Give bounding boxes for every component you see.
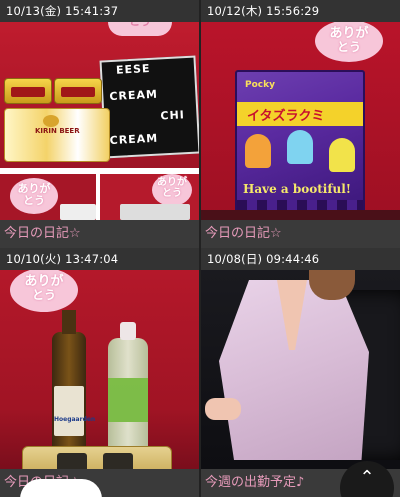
sticker-text: とう xyxy=(23,193,45,207)
diary-thumbnail[interactable]: とう EESE CREAM CHI CREAM KIRIN BEER ありが と… xyxy=(0,22,199,220)
diary-card[interactable]: 10/13(金) 15:41:37 とう EESE CREAM CHI CREA… xyxy=(0,0,199,248)
thanks-sticker: ありが とう xyxy=(152,174,192,206)
canned-food xyxy=(4,78,52,104)
box-text: CREAM xyxy=(109,87,159,104)
person-photo xyxy=(205,398,241,420)
bottle-label xyxy=(54,386,84,436)
sticker-text: ありが xyxy=(329,26,369,41)
bottle-label xyxy=(108,378,148,422)
bag-title: イタズラクミ xyxy=(247,109,325,124)
post-title[interactable]: 今日の日記☆ xyxy=(201,220,400,248)
sticker-text: ありが xyxy=(17,182,51,195)
drink-bottle xyxy=(108,322,148,460)
thanks-sticker: ありが とう xyxy=(315,22,383,62)
sub-thumbnail: ありが とう xyxy=(0,174,96,220)
post-timestamp: 10/08(日) 09:44:46 xyxy=(201,248,400,270)
thanks-sticker: ありが とう xyxy=(10,178,58,214)
chevron-up-icon: ⌃ xyxy=(359,467,375,488)
thanks-sticker: ありが とう xyxy=(10,270,78,312)
diary-thumbnail[interactable] xyxy=(201,270,400,469)
diary-card[interactable]: 10/08(日) 09:44:46 今週の出勤予定♪ xyxy=(201,248,400,497)
shelf xyxy=(120,204,190,220)
candy-bag: Pocky イタズラクミ Have a bootiful! xyxy=(235,70,365,220)
sticker-text: ありが xyxy=(157,177,187,188)
sticker-text: とう xyxy=(162,187,182,199)
ghost-icon xyxy=(287,130,313,164)
ghost-icon xyxy=(329,138,355,172)
beer-bottle xyxy=(52,310,86,460)
box-text: CHI xyxy=(160,108,186,123)
post-timestamp: 10/12(木) 15:56:29 xyxy=(201,0,400,22)
sticker-text: とう xyxy=(108,22,172,36)
box-text: CREAM xyxy=(109,131,159,148)
diary-thumbnail[interactable]: ありが とう Pocky イタズラクミ Have a bootiful! xyxy=(201,22,400,220)
box-text: EESE xyxy=(115,61,151,77)
ghost-icon xyxy=(245,134,271,168)
shelf xyxy=(60,204,96,220)
diary-card[interactable]: 10/12(木) 15:56:29 ありが とう Pocky イタズラクミ Ha… xyxy=(201,0,400,248)
floating-badge[interactable] xyxy=(20,479,102,497)
table-surface xyxy=(201,210,400,220)
post-timestamp: 10/10(火) 13:47:04 xyxy=(0,248,199,270)
beer-pack: KIRIN BEER xyxy=(4,108,110,162)
beer-logo-icon xyxy=(43,115,59,127)
snack-box: EESE CREAM CHI CREAM xyxy=(99,55,199,159)
bag-brand: Pocky xyxy=(245,80,275,90)
sticker-text: ありが xyxy=(24,274,64,289)
post-title[interactable]: 今日の日記☆ xyxy=(0,220,199,248)
post-timestamp: 10/13(金) 15:41:37 xyxy=(0,0,199,22)
diary-grid: 10/13(金) 15:41:37 とう EESE CREAM CHI CREA… xyxy=(0,0,400,497)
bag-slogan: Have a bootiful! xyxy=(243,182,352,196)
sub-thumbnail: ありが とう xyxy=(100,174,199,220)
thanks-sticker: とう xyxy=(108,22,172,36)
snack-tray xyxy=(22,446,172,469)
diary-thumbnail[interactable]: ありが とう xyxy=(0,270,199,469)
diary-card[interactable]: 10/10(火) 13:47:04 ありが とう 今日の日記☆ xyxy=(0,248,199,497)
canned-food xyxy=(54,78,102,104)
sticker-text: とう xyxy=(336,39,361,54)
sticker-text: とう xyxy=(31,287,56,302)
beer-label: KIRIN BEER xyxy=(35,127,80,135)
